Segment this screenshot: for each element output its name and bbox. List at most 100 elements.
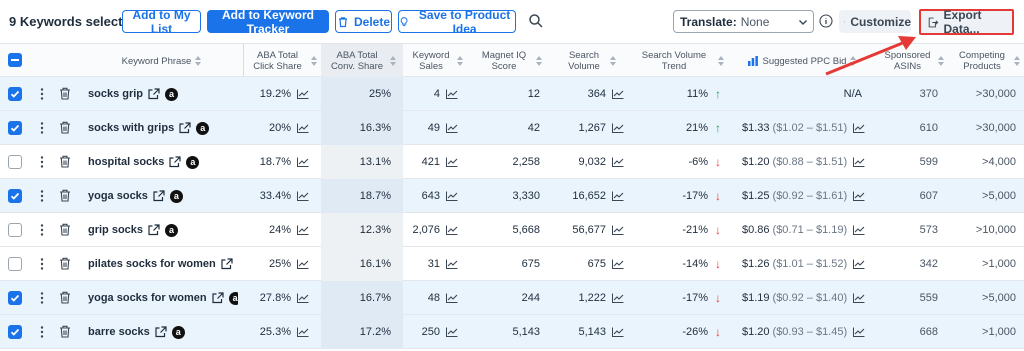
trend-chart-icon[interactable] (853, 327, 865, 337)
trend-chart-icon[interactable] (612, 293, 624, 303)
table-row[interactable]: yoga socks a 33.4% 18.7% 643 3,330 16,652 -17% ↓… (0, 179, 1024, 213)
trash-icon[interactable] (59, 121, 71, 134)
customize-button[interactable]: Customize (839, 10, 911, 33)
trend-chart-icon[interactable] (612, 89, 624, 99)
trend-chart-icon[interactable] (297, 293, 309, 303)
more-options-icon[interactable] (39, 156, 45, 168)
col-aba-conv-share[interactable]: ABA Total Conv. Share (321, 44, 403, 78)
trash-icon[interactable] (59, 189, 71, 202)
trend-chart-icon[interactable] (853, 157, 865, 167)
search-volume-value: 16,652 (572, 190, 606, 202)
more-options-icon[interactable] (39, 258, 45, 270)
trend-chart-icon[interactable] (612, 327, 624, 337)
trend-chart-icon[interactable] (446, 293, 458, 303)
trend-chart-icon[interactable] (446, 327, 458, 337)
row-checkbox[interactable] (8, 325, 22, 339)
trend-chart-icon[interactable] (612, 157, 624, 167)
export-data-button[interactable]: Export Data... (919, 8, 1014, 36)
sponsored-asins-cell: 607 (875, 179, 938, 213)
trend-chart-icon[interactable] (297, 191, 309, 201)
trash-icon[interactable] (59, 257, 71, 270)
amazon-icon[interactable]: a (186, 155, 200, 169)
more-options-icon[interactable] (39, 190, 45, 202)
more-options-icon[interactable] (39, 122, 45, 134)
more-options-icon[interactable] (39, 224, 45, 236)
search-icon[interactable] (528, 13, 544, 29)
trend-chart-icon[interactable] (297, 327, 309, 337)
table-row[interactable]: socks grip a 19.2% 25% 4 12 364 11% ↑ N/A 370 >30,0… (0, 77, 1024, 111)
col-aba-click-share[interactable]: ABA Total Click Share (243, 44, 321, 78)
save-to-product-idea-button[interactable]: Save to Product Idea (398, 8, 516, 36)
external-link-icon[interactable] (148, 88, 160, 100)
external-link-icon[interactable] (179, 122, 191, 134)
trash-icon[interactable] (59, 325, 71, 338)
trend-chart-icon[interactable] (446, 157, 458, 167)
trend-chart-icon[interactable] (612, 123, 624, 133)
external-link-icon[interactable] (221, 258, 233, 270)
table-row[interactable]: socks with grips a 20% 16.3% 49 42 1,267 21% ↑ $1… (0, 111, 1024, 145)
row-checkbox[interactable] (8, 87, 22, 101)
trend-chart-icon[interactable] (297, 157, 309, 167)
col-search-volume[interactable]: Search Volume (549, 44, 629, 78)
trend-chart-icon[interactable] (297, 259, 309, 269)
trend-chart-icon[interactable] (853, 191, 865, 201)
trend-chart-icon[interactable] (446, 123, 458, 133)
add-to-keyword-tracker-button[interactable]: Add to Keyword Tracker (207, 8, 329, 36)
col-competing-products[interactable]: Competing Products (950, 44, 1024, 78)
table-row[interactable]: grip socks a 24% 12.3% 2,076 5,668 56,677 -21% ↓… (0, 213, 1024, 247)
trend-chart-icon[interactable] (446, 191, 458, 201)
table-row[interactable]: yoga socks for women a 27.8% 16.7% 48 244 1,22… (0, 281, 1024, 315)
table-row[interactable]: barre socks a 25.3% 17.2% 250 5,143 5,143 -26% ↓… (0, 315, 1024, 349)
row-checkbox[interactable] (8, 121, 22, 135)
more-options-icon[interactable] (39, 292, 45, 304)
trend-chart-icon[interactable] (853, 225, 865, 235)
col-suggested-ppc-bid[interactable]: Suggested PPC Bid (729, 44, 875, 78)
row-checkbox[interactable] (8, 155, 22, 169)
trend-chart-icon[interactable] (446, 259, 458, 269)
trend-chart-icon[interactable] (297, 225, 309, 235)
table-row[interactable]: pilates socks for womena 25% 16.1% 31 675 675… (0, 247, 1024, 281)
trend-chart-icon[interactable] (297, 89, 309, 99)
amazon-icon[interactable]: a (165, 223, 179, 237)
amazon-icon[interactable]: a (171, 325, 185, 339)
trend-chart-icon[interactable] (446, 89, 458, 99)
amazon-icon[interactable]: a (196, 121, 210, 135)
amazon-icon[interactable]: a (169, 189, 183, 203)
trend-chart-icon[interactable] (297, 123, 309, 133)
external-link-icon[interactable] (155, 326, 167, 338)
trend-chart-icon[interactable] (853, 123, 865, 133)
trash-icon[interactable] (59, 291, 71, 304)
row-checkbox[interactable] (8, 223, 22, 237)
more-options-icon[interactable] (39, 326, 45, 338)
trend-chart-icon[interactable] (612, 225, 624, 235)
external-link-icon[interactable] (148, 224, 160, 236)
trend-chart-icon[interactable] (612, 259, 624, 269)
trash-icon[interactable] (59, 223, 71, 236)
col-sponsored-asins[interactable]: Sponsored ASINs (875, 44, 950, 78)
trend-chart-icon[interactable] (853, 293, 865, 303)
trend-chart-icon[interactable] (446, 225, 458, 235)
add-to-my-list-button[interactable]: Add to My List (122, 8, 201, 36)
row-checkbox[interactable] (8, 257, 22, 271)
more-options-icon[interactable] (39, 88, 45, 100)
trash-icon[interactable] (59, 87, 71, 100)
col-magnet-iq-score[interactable]: Magnet IQ Score (469, 44, 549, 78)
delete-button[interactable]: Delete (335, 10, 392, 33)
trend-chart-icon[interactable] (853, 259, 865, 269)
external-link-icon[interactable] (153, 190, 165, 202)
col-keyword-phrase[interactable]: Keyword Phrase (80, 44, 243, 78)
translate-select[interactable]: Translate: None (673, 10, 814, 33)
select-all-checkbox[interactable] (8, 53, 22, 67)
info-icon[interactable] (819, 14, 833, 28)
col-keyword-sales[interactable]: Keyword Sales (403, 44, 469, 78)
col-search-volume-trend[interactable]: Search Volume Trend (629, 44, 729, 78)
trend-chart-icon[interactable] (612, 191, 624, 201)
table-row[interactable]: hospital socks a 18.7% 13.1% 421 2,258 9,032 -6… (0, 145, 1024, 179)
row-checkbox[interactable] (8, 189, 22, 203)
amazon-icon[interactable]: a (165, 87, 179, 101)
external-link-icon[interactable] (211, 292, 224, 304)
row-checkbox[interactable] (8, 291, 22, 305)
trash-icon[interactable] (59, 155, 71, 168)
external-link-icon[interactable] (169, 156, 182, 168)
amazon-icon[interactable]: a (228, 291, 238, 305)
